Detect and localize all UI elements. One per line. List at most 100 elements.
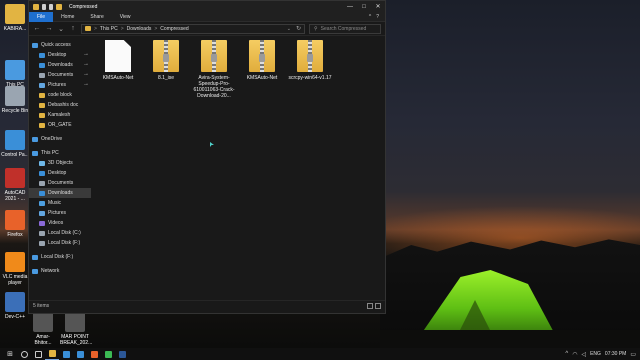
address-dropdown-icon[interactable]: ⌄ — [285, 26, 293, 32]
search-placeholder: Search Compressed — [320, 25, 367, 32]
search-input[interactable]: ⚲ Search Compressed — [309, 23, 381, 34]
pin-icon[interactable]: ⊸ — [84, 82, 88, 88]
search-icon[interactable] — [17, 348, 31, 360]
nav-pc-item[interactable]: Downloads — [29, 188, 91, 198]
network-icon[interactable]: ◠ — [572, 351, 577, 358]
chrome-icon[interactable] — [101, 348, 115, 360]
windows-start-icon[interactable]: ⊞ — [3, 348, 17, 360]
nav-pinned-item[interactable]: Desktop ⊸ — [29, 50, 91, 60]
forward-arrow-icon[interactable]: → — [45, 25, 53, 32]
desktop-shortcut[interactable]: KABIRA... — [0, 4, 30, 32]
maximize-button[interactable]: □ — [357, 1, 371, 12]
nav-pc-item[interactable]: Desktop — [29, 168, 91, 178]
volume-icon[interactable]: ◁ — [581, 351, 586, 358]
task-view-icon[interactable] — [31, 348, 45, 360]
word-icon[interactable] — [115, 348, 129, 360]
nav-pinned-item[interactable]: Downloads ⊸ — [29, 60, 91, 70]
back-arrow-icon[interactable]: ← — [33, 25, 41, 32]
desktop-shortcut[interactable]: Firefox — [0, 210, 30, 238]
address-bar[interactable]: > This PC > Downloads > Compressed ⌄ ↻ — [81, 23, 305, 34]
nav-label: code block — [48, 92, 72, 98]
tab-view[interactable]: View — [112, 12, 139, 22]
file-explorer-icon[interactable] — [45, 348, 59, 360]
nav-network[interactable]: Network — [29, 266, 91, 276]
refresh-icon[interactable]: ↻ — [296, 25, 304, 32]
title-bar[interactable]: Compressed — □ ✕ — [29, 1, 385, 12]
shortcut-icon — [5, 210, 25, 230]
nav-pc-item[interactable]: Documents — [29, 178, 91, 188]
firefox-icon[interactable] — [87, 348, 101, 360]
notifications-icon[interactable]: ▭ — [630, 351, 636, 358]
new-folder-icon[interactable] — [49, 3, 53, 10]
desktop-shortcut[interactable]: Control Pa... — [0, 130, 30, 158]
desktop-shortcut[interactable]: VLC media player — [0, 252, 30, 286]
file-item[interactable]: Avira-System-Speedup-Pro-610011063-Crack… — [191, 40, 237, 99]
file-item[interactable]: KMSAuto-Net — [95, 40, 141, 81]
help-button[interactable]: ? — [376, 14, 379, 20]
section-icon — [32, 150, 38, 156]
nav-recent-item[interactable]: Kamalesh — [29, 110, 91, 120]
shortcut-icon — [5, 292, 25, 312]
expand-ribbon-button[interactable]: ^ — [369, 14, 371, 20]
pin-icon[interactable]: ⊸ — [84, 62, 88, 68]
nav-recent-item[interactable]: Debashis doc — [29, 100, 91, 110]
nav-onedrive[interactable]: OneDrive — [29, 134, 91, 144]
language-indicator[interactable]: ENG — [590, 351, 601, 357]
desktop-shortcut[interactable]: Dev-C++ — [0, 292, 30, 320]
large-icons-view-icon[interactable] — [375, 302, 381, 309]
tab-share[interactable]: Share — [82, 12, 111, 22]
nav-pinned-item[interactable]: Pictures ⊸ — [29, 80, 91, 90]
properties-icon[interactable] — [42, 3, 46, 10]
nav-pc-item[interactable]: Local Disk (F:) — [29, 238, 91, 248]
mail-icon[interactable] — [59, 348, 73, 360]
breadcrumb-compressed[interactable]: Compressed — [160, 26, 188, 32]
file-item[interactable]: KMSAuto-Net — [239, 40, 285, 81]
nav-external-drive[interactable]: Local Disk (F:) — [29, 252, 91, 262]
nav-pc-item[interactable]: Videos — [29, 218, 91, 228]
pin-icon[interactable]: ⊸ — [84, 52, 88, 58]
file-explorer-window[interactable]: Compressed — □ ✕ File Home Share View ^ … — [28, 0, 386, 314]
nav-label: 3D Objects — [48, 160, 73, 166]
desktop-shortcut[interactable]: This PC — [0, 60, 30, 88]
desktop-shortcut[interactable]: Amar-Bhitor... — [28, 312, 58, 346]
tab-file[interactable]: File — [29, 11, 54, 22]
desktop-shortcut[interactable]: AutoCAD 2021 - ... — [0, 168, 30, 202]
folder-icon — [39, 122, 45, 128]
nav-this-pc[interactable]: This PC — [29, 148, 91, 158]
status-bar: 5 items — [29, 300, 385, 310]
shortcut-label: Control Pa... — [1, 152, 29, 158]
nav-pinned-item[interactable]: Documents ⊸ — [29, 70, 91, 80]
tab-home[interactable]: Home — [53, 12, 82, 22]
nav-pc-item[interactable]: Local Disk (C:) — [29, 228, 91, 238]
breadcrumb-this-pc[interactable]: This PC — [100, 26, 118, 32]
nav-label: Local Disk (F:) — [48, 240, 81, 246]
nav-label: OR_GATE — [48, 122, 72, 128]
nav-label: Music — [48, 200, 62, 206]
clock[interactable]: 07:30 PM — [605, 351, 626, 357]
up-arrow-icon[interactable]: ↑ — [69, 25, 77, 32]
pin-icon[interactable]: ⊸ — [84, 72, 88, 78]
file-item[interactable]: scrcpy-win64-v1.17 — [287, 40, 333, 81]
minimize-button[interactable]: — — [343, 1, 357, 12]
nav-recent-item[interactable]: code block — [29, 90, 91, 100]
file-item[interactable]: 8.1_ise — [143, 40, 189, 81]
shortcut-icon — [5, 252, 25, 272]
zip-archive-icon — [153, 40, 179, 72]
breadcrumb-downloads[interactable]: Downloads — [127, 26, 152, 32]
nav-pc-item[interactable]: 3D Objects — [29, 158, 91, 168]
nav-label: This PC — [41, 150, 59, 156]
show-hidden-icons-icon[interactable]: ^ — [565, 351, 568, 357]
nav-pc-item[interactable]: Music — [29, 198, 91, 208]
close-button[interactable]: ✕ — [371, 1, 385, 12]
nav-recent-item[interactable]: OR_GATE — [29, 120, 91, 130]
nav-quick-access[interactable]: Quick access — [29, 40, 91, 50]
details-view-icon[interactable] — [367, 302, 373, 309]
desktop-shortcut[interactable]: Recycle Bin — [0, 86, 30, 114]
folder-icon — [56, 3, 62, 10]
recent-locations-icon[interactable]: ⌄ — [57, 25, 65, 33]
shortcut-icon — [5, 130, 25, 150]
desktop-shortcut[interactable]: MAR POINT BREAK_202... — [60, 312, 92, 346]
file-list-area[interactable]: KMSAuto-Net 8.1_ise Avira-System-Speedup-P… — [91, 36, 385, 300]
store-icon[interactable] — [73, 348, 87, 360]
nav-pc-item[interactable]: Pictures — [29, 208, 91, 218]
